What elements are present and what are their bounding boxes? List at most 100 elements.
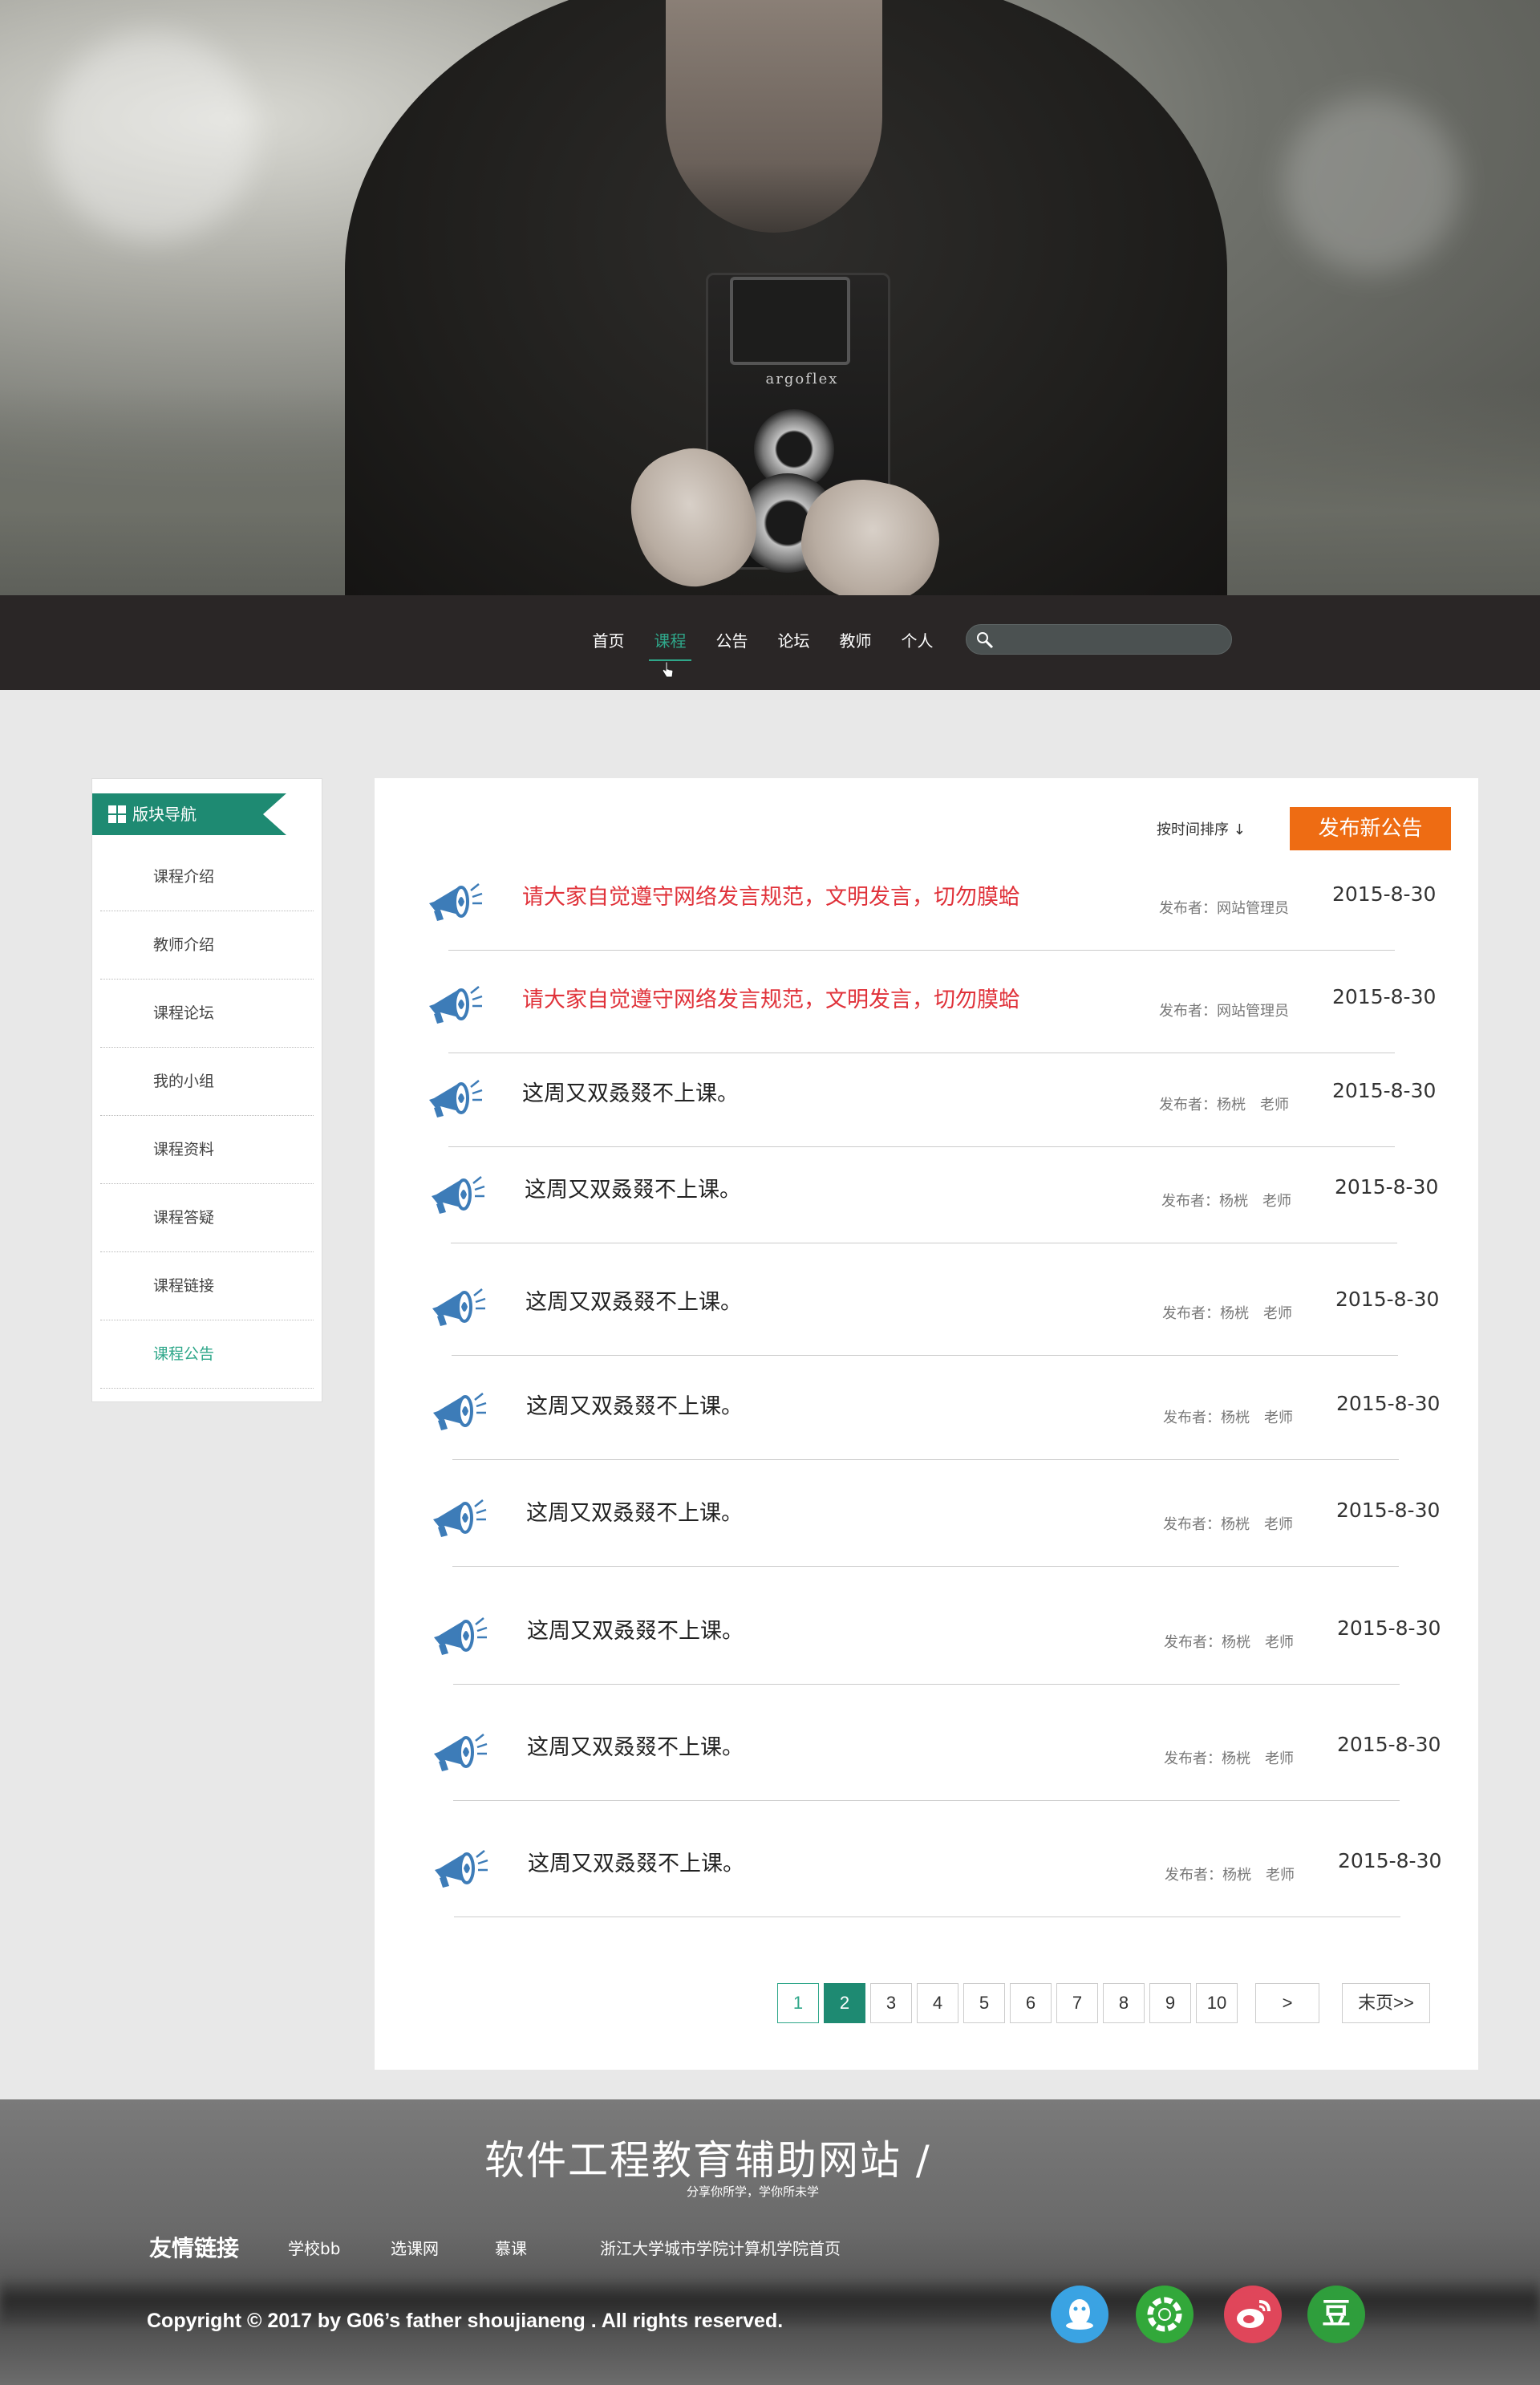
friend-link-cs-homepage[interactable]: 浙江大学城市学院计算机学院首页 xyxy=(600,2236,841,2259)
sidebar-item[interactable]: 课程介绍 xyxy=(100,843,314,911)
page-button[interactable]: 7 xyxy=(1056,1983,1098,2023)
next-page-button[interactable]: > xyxy=(1255,1983,1319,2023)
sidebar-title: 版块导航 xyxy=(132,805,197,824)
sidebar-item[interactable]: 我的小组 xyxy=(100,1048,314,1116)
notice-title[interactable]: 这周又双叒叕不上课。 xyxy=(526,1389,743,1420)
notice-row[interactable]: 请大家自觉遵守网络发言规范，文明发言，切勿膜蛤发布者：网站管理员 2015-8-3… xyxy=(423,858,1437,951)
notice-row[interactable]: 这周又双叒叕不上课。 发布者：杨桄 老师 2015-8-30 xyxy=(428,1825,1442,1917)
megaphone-icon xyxy=(423,1073,485,1122)
hero-camera-label: argoflex xyxy=(765,371,839,387)
sort-by-time-button[interactable]: 按时间排序 ↓ xyxy=(1157,818,1246,839)
nav-item-3[interactable]: 论坛 xyxy=(763,623,825,659)
notice-author: 发布者：杨桄 老师 xyxy=(1159,1097,1289,1113)
nav-item-1[interactable]: 课程 xyxy=(639,623,701,661)
last-page-button[interactable]: 末页>> xyxy=(1342,1983,1430,2023)
notice-date: 2015-8-30 xyxy=(1335,1175,1439,1199)
row-divider xyxy=(453,1800,1400,1801)
sidebar-item[interactable]: 课程链接 xyxy=(100,1252,314,1320)
page-button[interactable]: 8 xyxy=(1103,1983,1145,2023)
row-divider xyxy=(453,1684,1400,1685)
notice-row[interactable]: 请大家自觉遵守网络发言规范，文明发言，切勿膜蛤发布者：网站管理员 2015-8-3… xyxy=(423,961,1437,1053)
notice-date: 2015-8-30 xyxy=(1337,1733,1441,1756)
page-button[interactable]: 2 xyxy=(824,1983,865,2023)
page-button[interactable]: 6 xyxy=(1010,1983,1052,2023)
sidebar-item[interactable]: 课程答疑 xyxy=(100,1184,314,1252)
sidebar-item[interactable]: 教师介绍 xyxy=(100,911,314,980)
hero-banner: argoflex xyxy=(0,0,1540,595)
page-button[interactable]: 10 xyxy=(1196,1983,1238,2023)
notice-row[interactable]: 这周又双叒叕不上课。发布者：杨桄 老师 2015-8-30 xyxy=(428,1709,1441,1801)
notice-author: 发布者：网站管理员 xyxy=(1159,900,1289,917)
nav-item-0[interactable]: 首页 xyxy=(578,623,639,659)
notice-row[interactable]: 这周又双叒叕不上课。发布者：杨桄 老师 2015-8-30 xyxy=(423,1055,1437,1147)
site-slogan: 分享你所学，学你所未学 xyxy=(687,2184,820,2199)
nav-menu: 首页 课程 公告 论坛 教师 个人 xyxy=(578,623,948,661)
megaphone-icon xyxy=(423,876,485,926)
sidebar-header: 版块导航 xyxy=(92,793,286,835)
notice-title[interactable]: 这周又双叒叕不上课。 xyxy=(522,1076,739,1107)
sidebar-item[interactable]: 课程公告 xyxy=(100,1320,314,1389)
nav-item-5[interactable]: 个人 xyxy=(886,623,948,659)
sidebar-menu: 课程介绍 教师介绍 课程论坛 我的小组 课程资料 课程答疑 课程链接 课程公告 xyxy=(100,843,314,1389)
publish-notice-button[interactable]: 发布新公告 xyxy=(1290,807,1451,850)
qq-icon[interactable] xyxy=(1051,2286,1108,2343)
hero-neck xyxy=(666,0,882,233)
hero-camera-viewfinder xyxy=(730,277,850,365)
notice-date: 2015-8-30 xyxy=(1338,1849,1442,1872)
notice-row[interactable]: 这周又双叒叕不上课。 发布者：杨桄 老师 2015-8-30 xyxy=(427,1368,1440,1460)
sidebar: 版块导航 课程介绍 教师介绍 课程论坛 我的小组 课程资料 课程答疑 课程链接 课程公告 xyxy=(91,778,322,1402)
notice-title[interactable]: 这周又双叒叕不上课。 xyxy=(526,1495,743,1527)
friend-link-school-bb[interactable]: 学校bb xyxy=(288,2236,340,2259)
notice-title[interactable]: 这周又双叒叕不上课。 xyxy=(525,1172,741,1203)
nav-item-4[interactable]: 教师 xyxy=(825,623,886,659)
search-input[interactable] xyxy=(1002,628,1218,651)
notice-row[interactable]: 这周又双叒叕不上课。 发布者：杨桄 老师 2015-8-30 xyxy=(426,1263,1439,1356)
notice-date: 2015-8-30 xyxy=(1332,882,1437,906)
notice-title[interactable]: 这周又双叒叕不上课。 xyxy=(528,1846,744,1877)
notice-date: 2015-8-30 xyxy=(1332,1079,1437,1102)
page-button[interactable]: 3 xyxy=(870,1983,912,2023)
megaphone-icon xyxy=(428,1843,491,1892)
notice-title[interactable]: 这周又双叒叕不上课。 xyxy=(525,1284,742,1316)
wechat-moments-icon[interactable] xyxy=(1136,2286,1194,2343)
notice-date: 2015-8-30 xyxy=(1337,1616,1441,1640)
notice-author: 发布者：杨桄 老师 xyxy=(1162,1305,1292,1322)
mouse-pointer-icon xyxy=(661,661,675,683)
hero-bokeh xyxy=(48,32,257,241)
notice-panel: 按时间排序 ↓ 发布新公告 请大家自觉遵守网络发言规范，文明发言，切勿膜蛤发布者… xyxy=(375,778,1478,2070)
notice-title[interactable]: 这周又双叒叕不上课。 xyxy=(527,1613,744,1645)
friend-link-mooc[interactable]: 慕课 xyxy=(495,2236,527,2259)
nav-item-2[interactable]: 公告 xyxy=(701,623,763,659)
megaphone-icon xyxy=(428,1726,490,1776)
sidebar-item[interactable]: 课程论坛 xyxy=(100,980,314,1048)
notice-row[interactable]: 这周又双叒叕不上课。 发布者：杨桄 老师 2015-8-30 xyxy=(427,1474,1440,1567)
page-button[interactable]: 4 xyxy=(917,1983,958,2023)
notice-author: 发布者：杨桄 老师 xyxy=(1161,1193,1291,1210)
notice-row[interactable]: 这周又双叒叕不上课。 发布者：杨桄 老师 2015-8-30 xyxy=(428,1592,1441,1685)
megaphone-icon xyxy=(425,1169,488,1219)
copyright-text: Copyright © 2017 by G06’s father shoujia… xyxy=(147,2310,784,2332)
row-divider xyxy=(448,950,1395,951)
sidebar-item[interactable]: 课程资料 xyxy=(100,1116,314,1184)
notice-author: 发布者：杨桄 老师 xyxy=(1164,1750,1294,1767)
notice-author: 发布者：杨桄 老师 xyxy=(1163,1410,1293,1426)
notice-row[interactable]: 这周又双叒叕不上课。发布者：杨桄 老师 2015-8-30 xyxy=(425,1151,1439,1243)
page-button[interactable]: 9 xyxy=(1149,1983,1191,2023)
page-button[interactable]: 5 xyxy=(963,1983,1005,2023)
page-button[interactable]: 1 xyxy=(777,1983,819,2023)
notice-author: 发布者：网站管理员 xyxy=(1159,1003,1289,1020)
friend-link-course-selection[interactable]: 选课网 xyxy=(391,2236,439,2259)
notice-title[interactable]: 这周又双叒叕不上课。 xyxy=(527,1730,744,1761)
grid-icon xyxy=(108,805,126,823)
friend-links-heading: 友情链接 xyxy=(149,2235,240,2261)
douban-glyph: 豆 xyxy=(1321,2298,1351,2330)
douban-icon[interactable]: 豆 xyxy=(1307,2286,1365,2343)
notice-title[interactable]: 请大家自觉遵守网络发言规范，文明发言，切勿膜蛤 xyxy=(522,879,1020,911)
row-divider xyxy=(452,1566,1399,1567)
notice-date: 2015-8-30 xyxy=(1332,985,1437,1008)
notice-title[interactable]: 请大家自觉遵守网络发言规范，文明发言，切勿膜蛤 xyxy=(522,982,1020,1013)
weibo-icon[interactable] xyxy=(1224,2286,1282,2343)
search-box[interactable] xyxy=(966,624,1232,655)
main-navbar: 首页 课程 公告 论坛 教师 个人 xyxy=(0,595,1540,690)
footer: 软件工程教育辅助网站 / 分享你所学，学你所未学 友情链接 学校bb 选课网 慕… xyxy=(0,2099,1540,2385)
